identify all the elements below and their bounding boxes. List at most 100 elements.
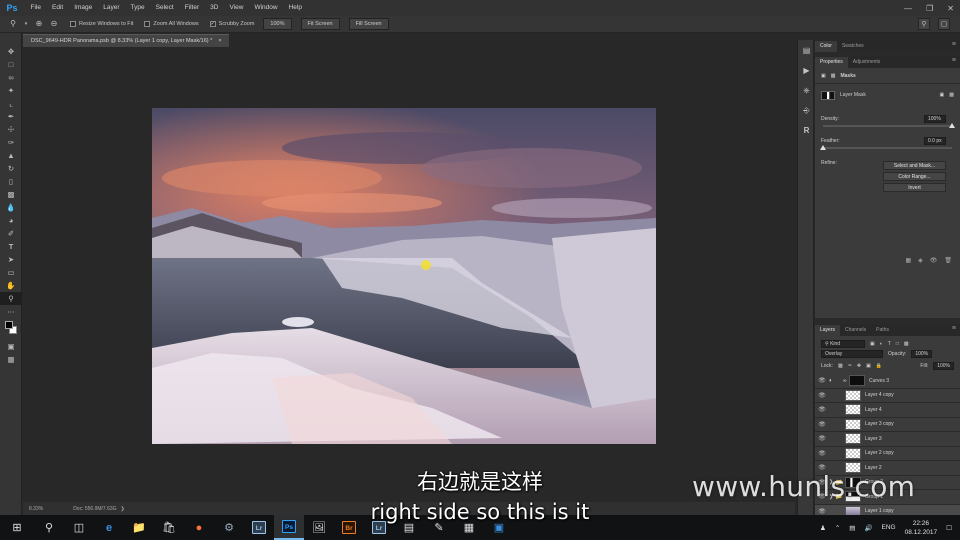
- menu-3d[interactable]: 3D: [205, 0, 224, 16]
- workspace-icon[interactable]: ▢: [938, 18, 950, 30]
- close-icon[interactable]: ✕: [947, 4, 954, 13]
- pen-tool-icon[interactable]: ✐: [0, 227, 22, 240]
- close-tab-icon[interactable]: ×: [218, 35, 221, 47]
- filter-smart-icon[interactable]: ▩: [904, 341, 909, 347]
- density-slider-knob[interactable]: [949, 123, 955, 128]
- history-brush-tool-icon[interactable]: ↻: [0, 162, 22, 175]
- fit-screen-button[interactable]: Fit Screen: [300, 18, 340, 30]
- opacity-field[interactable]: 100%: [911, 350, 933, 358]
- filter-type-icon[interactable]: T: [888, 341, 891, 347]
- document-image[interactable]: [152, 108, 656, 444]
- density-field[interactable]: 100%: [924, 115, 946, 123]
- fill-screen-button[interactable]: Fill Screen: [348, 18, 389, 30]
- quick-select-tool-icon[interactable]: ✦: [0, 84, 22, 97]
- delete-icon[interactable]: 🗑: [944, 257, 952, 264]
- density-slider[interactable]: [823, 123, 955, 128]
- eyedropper-tool-icon[interactable]: ✒: [0, 110, 22, 123]
- visibility-eye-icon[interactable]: 👁: [815, 392, 829, 399]
- hand-tool-icon[interactable]: ✋: [0, 279, 22, 292]
- menu-help[interactable]: Help: [283, 0, 307, 16]
- visibility-eye-icon[interactable]: 👁: [815, 421, 829, 428]
- menu-edit[interactable]: Edit: [46, 0, 68, 16]
- layer-row[interactable]: 👁 Layer 3: [815, 432, 960, 447]
- lasso-tool-icon[interactable]: ∞: [0, 71, 22, 84]
- blur-tool-icon[interactable]: 💧: [0, 201, 22, 214]
- add-vector-mask-icon[interactable]: ▩: [949, 92, 954, 98]
- foreground-color-swatch[interactable]: [5, 321, 13, 329]
- quick-mask-icon[interactable]: ▣: [0, 340, 22, 353]
- filter-adjustment-icon[interactable]: ◐: [880, 341, 883, 347]
- feather-field[interactable]: 0.0 px: [924, 137, 946, 145]
- tab-color[interactable]: Color: [815, 41, 837, 52]
- feather-slider[interactable]: [820, 145, 952, 150]
- invert-button[interactable]: Invert: [883, 183, 946, 192]
- visibility-eye-icon[interactable]: 👁: [815, 435, 829, 442]
- zoom-in-icon[interactable]: ⊕: [34, 19, 44, 29]
- brush-panel-icon[interactable]: ⎈: [798, 84, 815, 98]
- layer-row[interactable]: 👁 Layer 4: [815, 403, 960, 418]
- layer-row[interactable]: 👁 ◐ ∞ Curves 3: [815, 374, 960, 389]
- healing-brush-tool-icon[interactable]: ☩: [0, 123, 22, 136]
- lock-paint-icon[interactable]: ✑: [848, 363, 852, 369]
- layer-row[interactable]: 👁 Layer 2 copy: [815, 447, 960, 461]
- volume-icon[interactable]: 🔊: [864, 524, 872, 532]
- actions-panel-icon[interactable]: ▶: [798, 64, 815, 78]
- language-indicator[interactable]: ENG: [882, 524, 896, 531]
- tab-swatches[interactable]: Swatches: [837, 41, 869, 52]
- menu-image[interactable]: Image: [69, 0, 98, 16]
- move-tool-icon[interactable]: ✥: [0, 45, 22, 58]
- visibility-eye-icon[interactable]: 👁: [815, 377, 829, 384]
- tab-adjustments[interactable]: Adjustments: [848, 57, 886, 68]
- path-select-tool-icon[interactable]: ➤: [0, 253, 22, 266]
- restore-icon[interactable]: ❐: [926, 4, 933, 13]
- type-tool-icon[interactable]: T: [0, 240, 22, 253]
- scrubby-zoom-checkbox[interactable]: ✓: [209, 21, 216, 27]
- crop-tool-icon[interactable]: ⌞: [0, 97, 22, 110]
- resize-windows-option[interactable]: Resize Windows to Fit: [70, 21, 133, 27]
- load-selection-icon[interactable]: ▦: [905, 257, 911, 264]
- menu-type[interactable]: Type: [125, 0, 150, 16]
- menu-file[interactable]: File: [25, 0, 46, 16]
- feather-slider-knob[interactable]: [820, 145, 826, 150]
- notifications-icon[interactable]: ☐: [946, 524, 952, 532]
- brush-tool-icon[interactable]: ✑: [0, 136, 22, 149]
- resize-windows-checkbox[interactable]: [70, 21, 76, 27]
- dodge-tool-icon[interactable]: ◕: [0, 214, 22, 227]
- character-panel-icon[interactable]: ⎆: [798, 104, 815, 118]
- layer-row[interactable]: 👁 Layer 3 copy: [815, 418, 960, 432]
- layer-row[interactable]: 👁 Layer 4 copy: [815, 389, 960, 403]
- lock-move-icon[interactable]: ✥: [857, 363, 861, 369]
- people-icon[interactable]: ♟: [820, 524, 826, 532]
- chevron-down-icon[interactable]: ▾: [23, 19, 29, 29]
- color-range-button[interactable]: Color Range...: [883, 172, 946, 181]
- blend-mode-select[interactable]: Overlay: [821, 350, 883, 358]
- panel-menu-icon[interactable]: ≡: [952, 57, 956, 64]
- pixel-mask-icon[interactable]: ▣: [821, 73, 826, 79]
- visibility-eye-icon[interactable]: 👁: [815, 406, 829, 413]
- zoom-all-checkbox[interactable]: [144, 21, 151, 27]
- gradient-tool-icon[interactable]: ▩: [0, 188, 22, 201]
- scrubby-zoom-option[interactable]: ✓ Scrubby Zoom: [209, 21, 254, 27]
- select-and-mask-button[interactable]: Select and Mask...: [883, 161, 946, 170]
- screen-mode-icon[interactable]: ▦: [0, 353, 22, 366]
- filter-pixel-icon[interactable]: ▣: [870, 341, 875, 347]
- add-pixel-mask-icon[interactable]: ▣: [940, 92, 945, 98]
- document-tab[interactable]: DSC_9649-HDR Panorama.psb @ 8.33% (Layer…: [23, 34, 230, 47]
- menu-select[interactable]: Select: [150, 0, 179, 16]
- lock-pixels-icon[interactable]: ▩: [838, 363, 843, 369]
- clone-stamp-tool-icon[interactable]: ▲: [0, 149, 22, 162]
- more-tools-icon[interactable]: ⋯: [0, 305, 22, 318]
- tab-layers[interactable]: Layers: [815, 325, 841, 336]
- vector-mask-icon[interactable]: ▩: [831, 73, 836, 79]
- history-panel-icon[interactable]: ▤: [798, 44, 815, 58]
- menu-filter[interactable]: Filter: [179, 0, 204, 16]
- visibility-eye-icon[interactable]: 👁: [815, 450, 829, 457]
- tab-channels[interactable]: Channels: [840, 325, 871, 336]
- tab-properties[interactable]: Properties: [815, 57, 848, 68]
- zoom-all-option[interactable]: Zoom All Windows: [144, 21, 199, 27]
- lock-all-icon[interactable]: 🔒: [876, 363, 882, 369]
- menu-window[interactable]: Window: [249, 0, 283, 16]
- menu-layer[interactable]: Layer: [98, 0, 125, 16]
- menu-view[interactable]: View: [224, 0, 249, 16]
- zoom-100-button[interactable]: 100%: [263, 18, 292, 30]
